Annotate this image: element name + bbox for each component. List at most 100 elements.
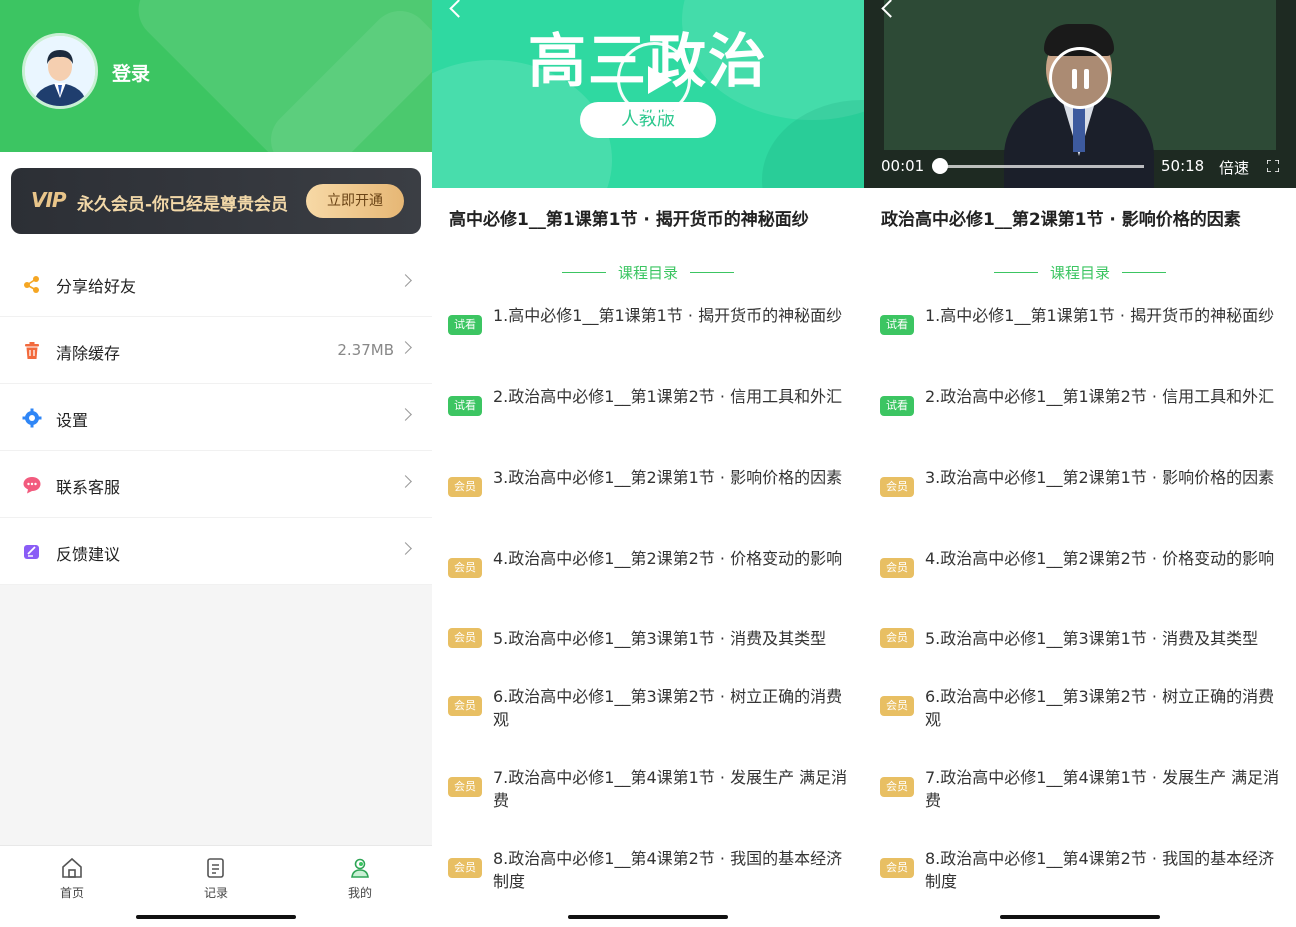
- chevron-right-icon: [399, 475, 412, 488]
- lesson-title: 8.政治高中必修1__第4课第2节 · 我国的基本经济制度: [493, 849, 843, 891]
- feedback-icon: [24, 545, 39, 559]
- menu-item-share[interactable]: 分享给好友: [0, 250, 432, 317]
- tab-label: 首页: [59, 886, 84, 900]
- trial-badge: 试看: [448, 315, 482, 335]
- menu-label: 清除缓存: [56, 344, 121, 363]
- lesson-title: 1.高中必修1__第1课第1节 · 揭开货币的神秘面纱: [493, 306, 843, 325]
- vip-status-text: 永久会员-你已经是尊贵会员: [77, 195, 289, 215]
- progress-bar[interactable]: [940, 165, 1144, 168]
- lesson-title: 2.政治高中必修1__第1课第2节 · 信用工具和外汇: [925, 387, 1275, 406]
- lesson-title: 4.政治高中必修1__第2课第2节 · 价格变动的影响: [925, 549, 1275, 568]
- member-badge: 会员: [448, 628, 482, 648]
- member-badge: 会员: [448, 777, 482, 797]
- menu-item-contact-service[interactable]: 联系客服: [0, 451, 432, 518]
- pause-icon: [1084, 69, 1089, 89]
- vip-banner[interactable]: VIP 永久会员-你已经是尊贵会员 立即开通: [11, 168, 421, 234]
- tab-home[interactable]: 首页: [32, 856, 112, 901]
- lesson-title: 3.政治高中必修1__第2课第1节 · 影响价格的因素: [493, 468, 843, 487]
- member-badge: 会员: [880, 628, 914, 648]
- video-player[interactable]: 00:01 50:18 倍速: [864, 0, 1296, 188]
- member-badge: 会员: [448, 858, 482, 878]
- fullscreen-icon[interactable]: [1267, 160, 1279, 172]
- play-icon: [648, 66, 672, 94]
- member-badge: 会员: [880, 558, 914, 578]
- toc-label: 课程目录: [1049, 264, 1110, 282]
- menu-label: 反馈建议: [56, 545, 121, 564]
- lesson-title: 8.政治高中必修1__第4课第2节 · 我国的基本经济制度: [925, 849, 1275, 891]
- lesson-title: 7.政治高中必修1__第4课第1节 · 发展生产 满足消费: [925, 768, 1280, 810]
- lesson-title: 3.政治高中必修1__第2课第1节 · 影响价格的因素: [925, 468, 1275, 487]
- speed-button[interactable]: 倍速: [1219, 157, 1249, 178]
- divider: [1122, 271, 1166, 274]
- vip-open-button[interactable]: 立即开通: [306, 184, 404, 218]
- chevron-right-icon: [399, 341, 412, 354]
- lesson-title: 1.高中必修1__第1课第1节 · 揭开货币的神秘面纱: [925, 306, 1275, 325]
- course-title: 政治高中必修1__第2课第1节 · 影响价格的因素: [881, 210, 1241, 230]
- divider: [561, 271, 606, 274]
- member-badge: 会员: [880, 477, 914, 497]
- avatar-person-icon: [25, 36, 95, 106]
- lesson-title: 7.政治高中必修1__第4课第1节 · 发展生产 满足消费: [493, 768, 848, 810]
- profile-header: 登录: [0, 0, 432, 152]
- toc-heading: 课程目录: [864, 262, 1296, 283]
- share-icon: [24, 276, 39, 293]
- tab-label: 我的: [347, 886, 372, 900]
- lesson-title: 4.政治高中必修1__第2课第2节 · 价格变动的影响: [493, 549, 843, 568]
- trial-badge: 试看: [880, 315, 914, 335]
- course-banner[interactable]: 高三政治 人教版: [432, 0, 864, 188]
- vip-logo: VIP: [31, 188, 67, 212]
- menu-item-settings[interactable]: 设置: [0, 384, 432, 451]
- lesson-title: 6.政治高中必修1__第3课第2节 · 树立正确的消费观: [925, 687, 1275, 729]
- menu-item-clear-cache[interactable]: 清除缓存 2.37MB: [0, 317, 432, 384]
- home-indicator: [1000, 915, 1160, 919]
- home-indicator: [136, 915, 296, 919]
- home-indicator: [568, 915, 728, 919]
- gear-icon: [22, 408, 42, 428]
- divider: [993, 271, 1038, 274]
- current-time: 00:01: [881, 157, 925, 175]
- pause-button[interactable]: [1049, 47, 1111, 109]
- profile-screen: 登录 VIP 永久会员-你已经是尊贵会员 立即开通 分享给好友 清除缓存 2.3…: [0, 0, 432, 927]
- divider: [690, 271, 734, 274]
- menu-label: 分享给好友: [56, 277, 137, 296]
- menu-label: 联系客服: [56, 478, 121, 497]
- member-badge: 会员: [880, 777, 914, 797]
- lesson-title: 5.政治高中必修1__第3课第1节 · 消费及其类型: [493, 629, 827, 648]
- chat-bubble-icon: [23, 477, 41, 494]
- member-badge: 会员: [448, 696, 482, 716]
- chevron-right-icon: [399, 408, 412, 421]
- lesson-title: 5.政治高中必修1__第3课第1节 · 消费及其类型: [925, 629, 1259, 648]
- menu-label: 设置: [56, 411, 89, 430]
- record-icon: [207, 858, 224, 878]
- member-badge: 会员: [880, 696, 914, 716]
- tab-records[interactable]: 记录: [176, 856, 256, 901]
- cache-size: 2.37MB: [337, 341, 394, 359]
- toc-label: 课程目录: [617, 264, 678, 282]
- chevron-right-icon: [399, 542, 412, 555]
- pause-icon: [1072, 69, 1077, 89]
- trial-badge: 试看: [448, 396, 482, 416]
- lesson-title: 2.政治高中必修1__第1课第2节 · 信用工具和外汇: [493, 387, 843, 406]
- member-badge: 会员: [880, 858, 914, 878]
- total-time: 50:18: [1161, 157, 1205, 175]
- settings-menu: 分享给好友 清除缓存 2.37MB 设置 联系客服 反馈建议: [0, 250, 432, 585]
- play-button[interactable]: [617, 42, 691, 116]
- trial-badge: 试看: [880, 396, 914, 416]
- tab-mine[interactable]: 我的: [320, 856, 400, 901]
- course-screen: 高三政治 人教版 高中必修1__第1课第1节 · 揭开货币的神秘面纱 课程目录 …: [432, 0, 864, 927]
- avatar[interactable]: [22, 33, 98, 109]
- course-title: 高中必修1__第1课第1节 · 揭开货币的神秘面纱: [449, 210, 809, 230]
- tab-label: 记录: [203, 886, 228, 900]
- menu-item-feedback[interactable]: 反馈建议: [0, 518, 432, 585]
- home-icon: [62, 857, 82, 878]
- user-icon: [351, 858, 369, 878]
- chevron-right-icon: [399, 274, 412, 287]
- vip-section: VIP 永久会员-你已经是尊贵会员 立即开通: [0, 152, 432, 250]
- player-screen: 00:01 50:18 倍速 政治高中必修1__第2课第1节 · 影响价格的因素…: [864, 0, 1296, 927]
- member-badge: 会员: [448, 558, 482, 578]
- trash-icon: [25, 342, 39, 359]
- member-badge: 会员: [448, 477, 482, 497]
- lesson-title: 6.政治高中必修1__第3课第2节 · 树立正确的消费观: [493, 687, 843, 729]
- login-label[interactable]: 登录: [112, 59, 150, 86]
- progress-handle[interactable]: [932, 158, 948, 174]
